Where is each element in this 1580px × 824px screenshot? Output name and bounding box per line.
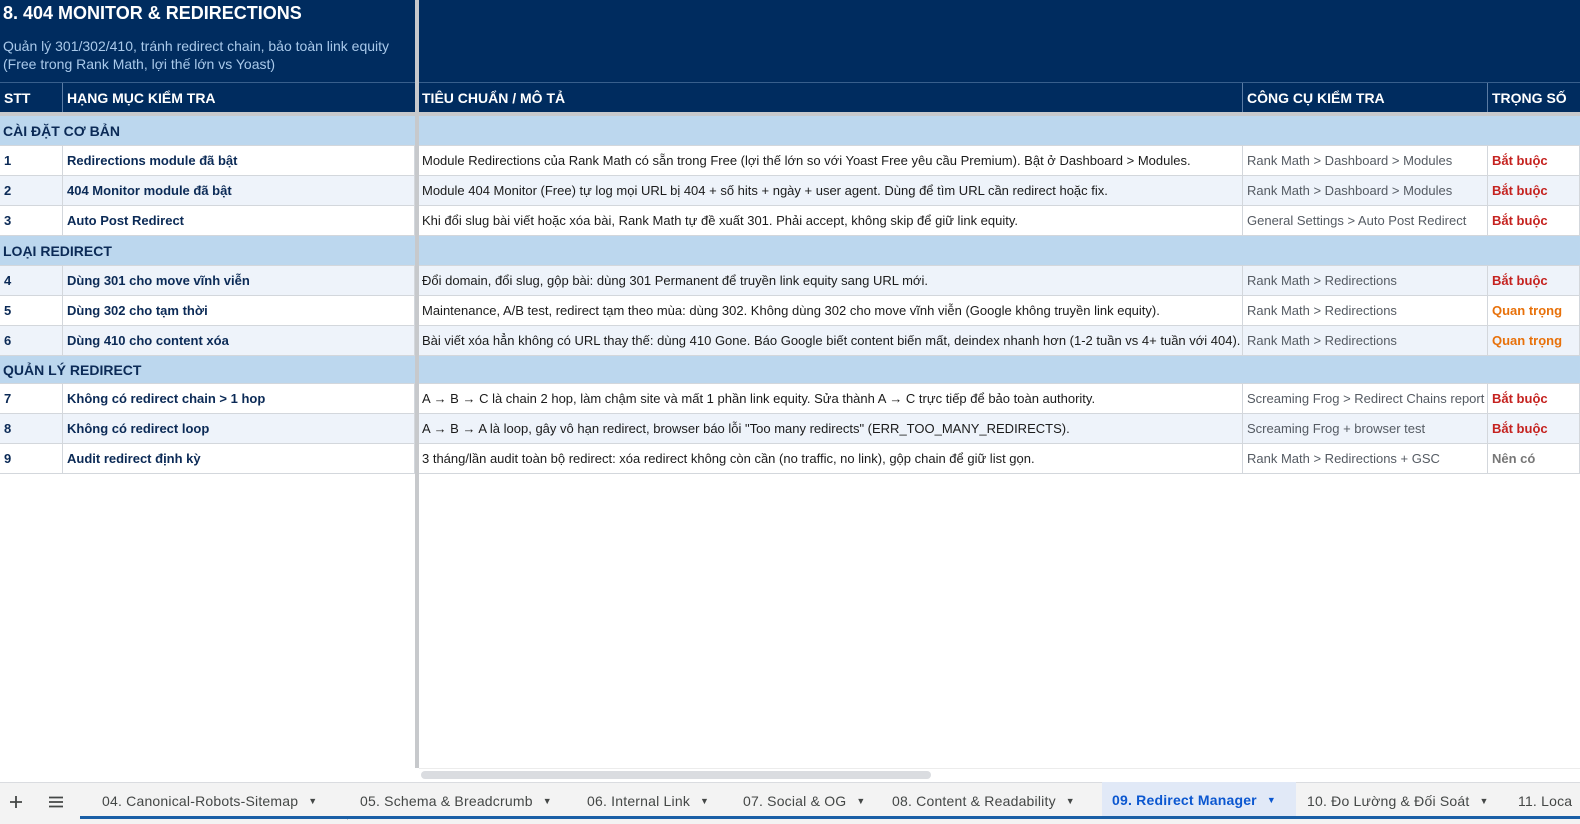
caret-down-icon[interactable]: ▼ xyxy=(856,796,865,806)
section-header[interactable]: QUẢN LÝ REDIRECT xyxy=(0,356,1580,384)
caret-down-icon[interactable]: ▼ xyxy=(1066,796,1075,806)
row-8-desc[interactable]: A → B → A là loop, gây vô hạn redirect, … xyxy=(418,414,1243,444)
row-2-tool[interactable]: Rank Math > Dashboard > Modules xyxy=(1243,176,1488,206)
row-1-stt[interactable]: 1 xyxy=(0,146,63,176)
row-5-tool[interactable]: Rank Math > Redirections xyxy=(1243,296,1488,326)
row-7-desc[interactable]: A → B → C là chain 2 hop, làm chậm site … xyxy=(418,384,1243,414)
row-1-weight[interactable]: Bắt buộc xyxy=(1488,146,1580,176)
row-3-desc[interactable]: Khi đổi slug bài viết hoặc xóa bài, Rank… xyxy=(418,206,1243,236)
sheet-tab-label: 05. Schema & Breadcrumb xyxy=(360,793,533,809)
column-header-desc[interactable]: TIÊU CHUẨN / MÔ TẢ xyxy=(418,83,1242,112)
sheet-tab-label: 10. Đo Lường & Đối Soát xyxy=(1307,793,1470,809)
row-2-item[interactable]: 404 Monitor module đã bật xyxy=(63,176,415,206)
header-col-sep-1 xyxy=(62,83,63,112)
row-7-item[interactable]: Không có redirect chain > 1 hop xyxy=(63,384,415,414)
tab-bottom-line xyxy=(80,816,1580,819)
row-3-weight[interactable]: Bắt buộc xyxy=(1488,206,1580,236)
sheet-tab-label: 09. Redirect Manager xyxy=(1112,792,1257,808)
row-2-stt[interactable]: 2 xyxy=(0,176,63,206)
row-8-stt[interactable]: 8 xyxy=(0,414,63,444)
row-4-stt[interactable]: 4 xyxy=(0,266,63,296)
header-col-sep-2 xyxy=(1242,83,1243,112)
row-6-tool[interactable]: Rank Math > Redirections xyxy=(1243,326,1488,356)
row-5-weight[interactable]: Quan trọng xyxy=(1488,296,1580,326)
row-4-weight[interactable]: Bắt buộc xyxy=(1488,266,1580,296)
row-3-stt[interactable]: 3 xyxy=(0,206,63,236)
sheet-tab-label: 11. Loca xyxy=(1518,793,1573,809)
row-6-stt[interactable]: 6 xyxy=(0,326,63,356)
row-7-tool[interactable]: Screaming Frog > Redirect Chains report xyxy=(1243,384,1488,414)
sheet-subtitle-line-2[interactable]: (Free trong Rank Math, lợi thế lớn vs Yo… xyxy=(3,55,275,73)
sheet-tab[interactable]: 06. Internal Link ▼ xyxy=(583,784,731,818)
sheet-subtitle-line-1[interactable]: Quản lý 301/302/410, tránh redirect chai… xyxy=(3,37,389,55)
row-1-item[interactable]: Redirections module đã bật xyxy=(63,146,415,176)
sheet-tab-label: 06. Internal Link xyxy=(587,793,691,809)
column-header-weight[interactable]: TRỌNG SỐ xyxy=(1488,83,1580,112)
add-sheet-button[interactable] xyxy=(4,790,28,814)
horizontal-scrollbar-thumb[interactable] xyxy=(421,771,931,779)
sheet-tab[interactable]: 10. Đo Lường & Đối Soát ▼ xyxy=(1303,784,1503,818)
row-5-item[interactable]: Dùng 302 cho tạm thời xyxy=(63,296,415,326)
caret-down-icon[interactable]: ▼ xyxy=(308,796,317,806)
row-9-weight[interactable]: Nên có xyxy=(1488,444,1580,474)
row-5-stt[interactable]: 5 xyxy=(0,296,63,326)
column-header-tool[interactable]: CÔNG CỤ KIỂM TRA xyxy=(1243,83,1487,112)
row-9-tool[interactable]: Rank Math > Redirections + GSC xyxy=(1243,444,1488,474)
caret-down-icon[interactable]: ▼ xyxy=(1479,796,1488,806)
row-6-desc[interactable]: Bài viết xóa hẳn không có URL thay thế: … xyxy=(418,326,1243,356)
section-header[interactable]: LOẠI REDIRECT xyxy=(0,236,1580,266)
row-9-desc[interactable]: 3 tháng/lần audit toàn bộ redirect: xóa … xyxy=(418,444,1243,474)
section-header[interactable]: CÀI ĐẶT CƠ BẢN xyxy=(0,116,1580,146)
sheet-tab-label: 07. Social & OG xyxy=(743,793,847,809)
column-header-stt[interactable]: STT xyxy=(0,83,62,112)
row-6-item[interactable]: Dùng 410 cho content xóa xyxy=(63,326,415,356)
column-header-item[interactable]: HẠNG MỤC KIỂM TRA xyxy=(63,83,415,112)
row-4-tool[interactable]: Rank Math > Redirections xyxy=(1243,266,1488,296)
sheet-tab[interactable]: 07. Social & OG ▼ xyxy=(739,784,879,818)
sheet-tab-active[interactable]: 09. Redirect Manager ▼ xyxy=(1102,782,1296,818)
caret-down-icon[interactable]: ▼ xyxy=(1267,795,1276,805)
row-7-stt[interactable]: 7 xyxy=(0,384,63,414)
sheet-tab-label: 08. Content & Readability xyxy=(892,793,1056,809)
sheet-tab[interactable]: 04. Canonical-Robots-Sitemap ▼ xyxy=(98,784,346,818)
row-8-tool[interactable]: Screaming Frog + browser test xyxy=(1243,414,1488,444)
row-1-desc[interactable]: Module Redirections của Rank Math có sẵn… xyxy=(418,146,1243,176)
row-7-weight[interactable]: Bắt buộc xyxy=(1488,384,1580,414)
caret-down-icon[interactable]: ▼ xyxy=(543,796,552,806)
row-4-desc[interactable]: Đổi domain, đổi slug, gộp bài: dùng 301 … xyxy=(418,266,1243,296)
frozen-column-divider[interactable] xyxy=(415,0,419,768)
row-5-desc[interactable]: Maintenance, A/B test, redirect tạm theo… xyxy=(418,296,1243,326)
row-9-stt[interactable]: 9 xyxy=(0,444,63,474)
row-2-weight[interactable]: Bắt buộc xyxy=(1488,176,1580,206)
sheet-tab[interactable]: 08. Content & Readability ▼ xyxy=(888,784,1100,818)
caret-down-icon[interactable]: ▼ xyxy=(700,796,709,806)
row-8-item[interactable]: Không có redirect loop xyxy=(63,414,415,444)
header-col-sep-3 xyxy=(1487,83,1488,112)
row-6-weight[interactable]: Quan trọng xyxy=(1488,326,1580,356)
hamburger-icon xyxy=(49,796,63,808)
row-4-item[interactable]: Dùng 301 cho move vĩnh viễn xyxy=(63,266,415,296)
all-sheets-button[interactable] xyxy=(44,790,68,814)
row-1-tool[interactable]: Rank Math > Dashboard > Modules xyxy=(1243,146,1488,176)
row-2-desc[interactable]: Module 404 Monitor (Free) tự log mọi URL… xyxy=(418,176,1243,206)
row-9-item[interactable]: Audit redirect định kỳ xyxy=(63,444,415,474)
sheet-tab[interactable]: 11. Loca xyxy=(1514,784,1580,818)
sheet-title[interactable]: 8. 404 MONITOR & REDIRECTIONS xyxy=(3,3,302,25)
plus-icon xyxy=(10,796,22,808)
sheet-tab[interactable]: 05. Schema & Breadcrumb ▼ xyxy=(356,784,574,818)
row-3-item[interactable]: Auto Post Redirect xyxy=(63,206,415,236)
row-3-tool[interactable]: General Settings > Auto Post Redirect xyxy=(1243,206,1488,236)
row-8-weight[interactable]: Bắt buộc xyxy=(1488,414,1580,444)
sheet-tab-label: 04. Canonical-Robots-Sitemap xyxy=(102,793,299,809)
